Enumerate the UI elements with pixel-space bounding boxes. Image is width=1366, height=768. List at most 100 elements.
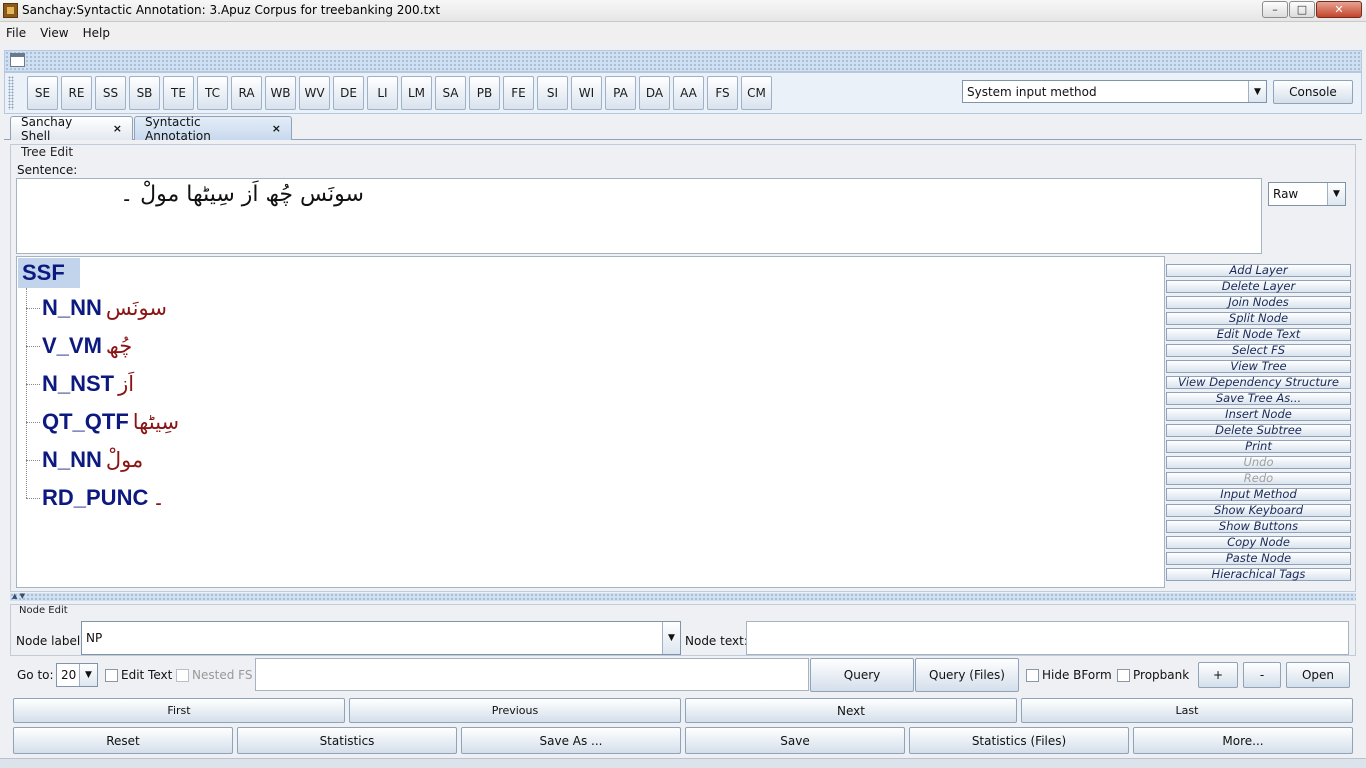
menu-help[interactable]: Help [83, 26, 110, 40]
toolbar-button-da[interactable]: DA [639, 76, 670, 110]
save-tree-as-button[interactable]: Save Tree As... [1166, 392, 1351, 405]
hide-bform-checkbox[interactable] [1026, 669, 1039, 682]
view-tree-button[interactable]: View Tree [1166, 360, 1351, 373]
tree-root-node[interactable]: SSF [18, 258, 80, 288]
tab-sanchay-shell[interactable]: Sanchay Shell × [10, 115, 133, 143]
delete-layer-button[interactable]: Delete Layer [1166, 280, 1351, 293]
plus-button[interactable]: + [1198, 662, 1238, 688]
toolbar-button-tc[interactable]: TC [197, 76, 228, 110]
input-method-select[interactable]: System input method ▼ [962, 80, 1267, 103]
save-as-button[interactable]: Save As ... [461, 727, 681, 754]
select-fs-button[interactable]: Select FS [1166, 344, 1351, 357]
close-window-button[interactable]: ✕ [1316, 1, 1362, 18]
goto-select[interactable]: 20 ▼ [56, 663, 98, 687]
show-buttons-button[interactable]: Show Buttons [1166, 520, 1351, 533]
save-button[interactable]: Save [685, 727, 905, 754]
toolbar-button-re[interactable]: RE [61, 76, 92, 110]
menu-file[interactable]: File [6, 26, 26, 40]
nested-fs-checkbox[interactable] [176, 669, 189, 682]
toolbar-button-li[interactable]: LI [367, 76, 398, 110]
tree-node[interactable]: N_NST اَز [26, 369, 134, 399]
toolbar-button-se[interactable]: SE [27, 76, 58, 110]
insert-node-button[interactable]: Insert Node [1166, 408, 1351, 421]
add-layer-button[interactable]: Add Layer [1166, 264, 1351, 277]
close-icon[interactable]: × [272, 122, 281, 135]
toolbar-button-si[interactable]: SI [537, 76, 568, 110]
window-icon[interactable] [10, 53, 25, 67]
print-button[interactable]: Print [1166, 440, 1351, 453]
toolbar-button-pa[interactable]: PA [605, 76, 636, 110]
toolbar-button-aa[interactable]: AA [673, 76, 704, 110]
maximize-button[interactable]: □ [1289, 1, 1315, 18]
toolbar-button-sb[interactable]: SB [129, 76, 160, 110]
tree-node[interactable]: QT_QTF سِیٹھا [26, 407, 179, 437]
next-button[interactable]: Next [685, 698, 1017, 723]
query-button[interactable]: Query [810, 658, 914, 692]
toolbar-button-de[interactable]: DE [333, 76, 364, 110]
last-button[interactable]: Last [1021, 698, 1353, 723]
toolbar-button-wi[interactable]: WI [571, 76, 602, 110]
statistics-files-button[interactable]: Statistics (Files) [909, 727, 1129, 754]
chevron-down-icon[interactable]: ▼ [662, 622, 680, 654]
toolbar-button-ra[interactable]: RA [231, 76, 262, 110]
copy-node-button[interactable]: Copy Node [1166, 536, 1351, 549]
toolbar-button-fs[interactable]: FS [707, 76, 738, 110]
tree-node[interactable]: V_VM چُھ [26, 331, 132, 361]
redo-button[interactable]: Redo [1166, 472, 1351, 485]
first-button[interactable]: First [13, 698, 345, 723]
previous-button[interactable]: Previous [349, 698, 681, 723]
more-button[interactable]: More... [1133, 727, 1353, 754]
split-pane-divider[interactable] [10, 593, 1356, 601]
goto-value: 20 [61, 668, 77, 682]
collapse-arrows-icon[interactable]: ▲ ▼ [12, 592, 25, 600]
toolbar-button-fe[interactable]: FE [503, 76, 534, 110]
toolbar-button-wv[interactable]: WV [299, 76, 330, 110]
join-nodes-button[interactable]: Join Nodes [1166, 296, 1351, 309]
node-word: سونَس [105, 296, 167, 320]
chevron-down-icon[interactable]: ▼ [1248, 81, 1266, 102]
console-button[interactable]: Console [1273, 80, 1353, 104]
propbank-checkbox[interactable] [1117, 669, 1130, 682]
chevron-down-icon[interactable]: ▼ [1327, 183, 1345, 205]
tree-connector [26, 383, 40, 385]
format-select[interactable]: Raw ▼ [1268, 182, 1346, 206]
toolbar-button-wb[interactable]: WB [265, 76, 296, 110]
sentence-label: Sentence: [17, 163, 78, 177]
menu-view[interactable]: View [40, 26, 68, 40]
tree-view[interactable] [16, 256, 1165, 588]
statistics-button[interactable]: Statistics [237, 727, 457, 754]
tree-node[interactable]: N_NN مولْ [26, 445, 143, 475]
toolbar-button-pb[interactable]: PB [469, 76, 500, 110]
app-icon [3, 3, 18, 18]
tab-syntactic-annotation[interactable]: Syntactic Annotation × [134, 115, 292, 143]
edit-node-text-button[interactable]: Edit Node Text [1166, 328, 1351, 341]
query-input[interactable] [255, 658, 809, 691]
toolbar-button-ss[interactable]: SS [95, 76, 126, 110]
hierachical-tags-button[interactable]: Hierachical Tags [1166, 568, 1351, 581]
toolbar-button-sa[interactable]: SA [435, 76, 466, 110]
input-method-button[interactable]: Input Method [1166, 488, 1351, 501]
chevron-down-icon[interactable]: ▼ [79, 664, 97, 686]
node-tag: QT_QTF [42, 409, 129, 434]
delete-subtree-button[interactable]: Delete Subtree [1166, 424, 1351, 437]
edit-text-checkbox[interactable] [105, 669, 118, 682]
close-icon[interactable]: × [113, 122, 122, 135]
query-files-button[interactable]: Query (Files) [915, 658, 1019, 692]
view-dependency-structure-button[interactable]: View Dependency Structure [1166, 376, 1351, 389]
tree-node[interactable]: RD_PUNC ۔ [26, 483, 165, 513]
toolbar-button-te[interactable]: TE [163, 76, 194, 110]
undo-button[interactable]: Undo [1166, 456, 1351, 469]
show-keyboard-button[interactable]: Show Keyboard [1166, 504, 1351, 517]
minus-button[interactable]: - [1243, 662, 1281, 688]
toolbar-button-cm[interactable]: CM [741, 76, 772, 110]
minimize-button[interactable]: – [1262, 1, 1288, 18]
node-label-select[interactable]: NP ▼ [81, 621, 681, 655]
split-node-button[interactable]: Split Node [1166, 312, 1351, 325]
reset-button[interactable]: Reset [13, 727, 233, 754]
node-text-input[interactable] [746, 621, 1349, 655]
paste-node-button[interactable]: Paste Node [1166, 552, 1351, 565]
open-button[interactable]: Open [1286, 662, 1350, 688]
tree-node[interactable]: N_NN سونَس [26, 293, 167, 323]
toolbar-button-lm[interactable]: LM [401, 76, 432, 110]
toolbar-grip-handle[interactable] [8, 76, 14, 110]
